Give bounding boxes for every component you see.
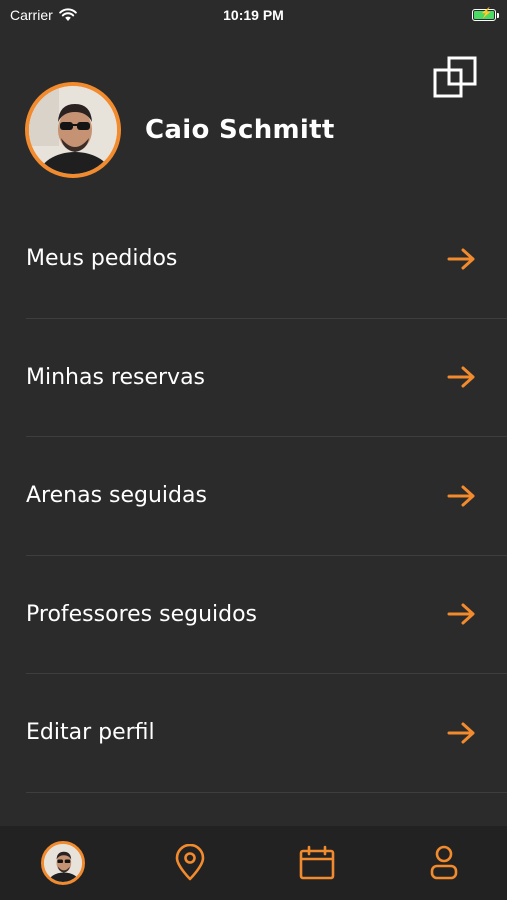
menu-item-label: Professores seguidos: [26, 601, 258, 627]
carrier-label: Carrier: [10, 7, 53, 23]
menu-item-label: Meus pedidos: [26, 246, 178, 272]
profile-menu: Meus pedidos Minhas reservas Arenas segu…: [26, 200, 507, 793]
tab-bar: [0, 826, 507, 900]
menu-item-label: Arenas seguidas: [26, 483, 207, 509]
menu-item-label: Minhas reservas: [26, 364, 206, 390]
status-left: Carrier: [10, 7, 77, 23]
wifi-icon: [58, 8, 77, 21]
user-icon: [430, 845, 457, 880]
avatar[interactable]: [25, 82, 121, 178]
tab-user[interactable]: [414, 833, 474, 893]
arrow-right-icon: [447, 485, 475, 507]
tab-location[interactable]: [160, 833, 220, 893]
arrow-right-icon: [447, 722, 475, 744]
menu-item-editar-perfil[interactable]: Editar perfil: [26, 674, 507, 793]
profile-name: Caio Schmitt: [145, 115, 335, 145]
tab-calendar[interactable]: [287, 833, 347, 893]
arrow-right-icon: [447, 603, 475, 625]
avatar-photo: [29, 86, 117, 174]
location-pin-icon: [175, 844, 205, 881]
menu-item-minhas-reservas[interactable]: Minhas reservas: [26, 319, 507, 437]
calendar-icon: [299, 845, 335, 880]
arrow-right-icon: [447, 366, 475, 388]
tab-profile[interactable]: [33, 833, 93, 893]
arrow-right-icon: [447, 248, 475, 270]
battery-icon: ⚡: [472, 8, 499, 21]
menu-item-meus-pedidos[interactable]: Meus pedidos: [26, 200, 507, 319]
status-bar: Carrier 10:19 PM ⚡: [0, 0, 507, 30]
menu-item-professores-seguidos[interactable]: Professores seguidos: [26, 556, 507, 674]
avatar-icon: [41, 841, 86, 885]
menu-item-label: Editar perfil: [26, 720, 155, 746]
profile-header: Caio Schmitt: [25, 82, 335, 178]
menu-item-arenas-seguidas[interactable]: Arenas seguidas: [26, 437, 507, 556]
switch-account-icon[interactable]: [433, 56, 477, 100]
